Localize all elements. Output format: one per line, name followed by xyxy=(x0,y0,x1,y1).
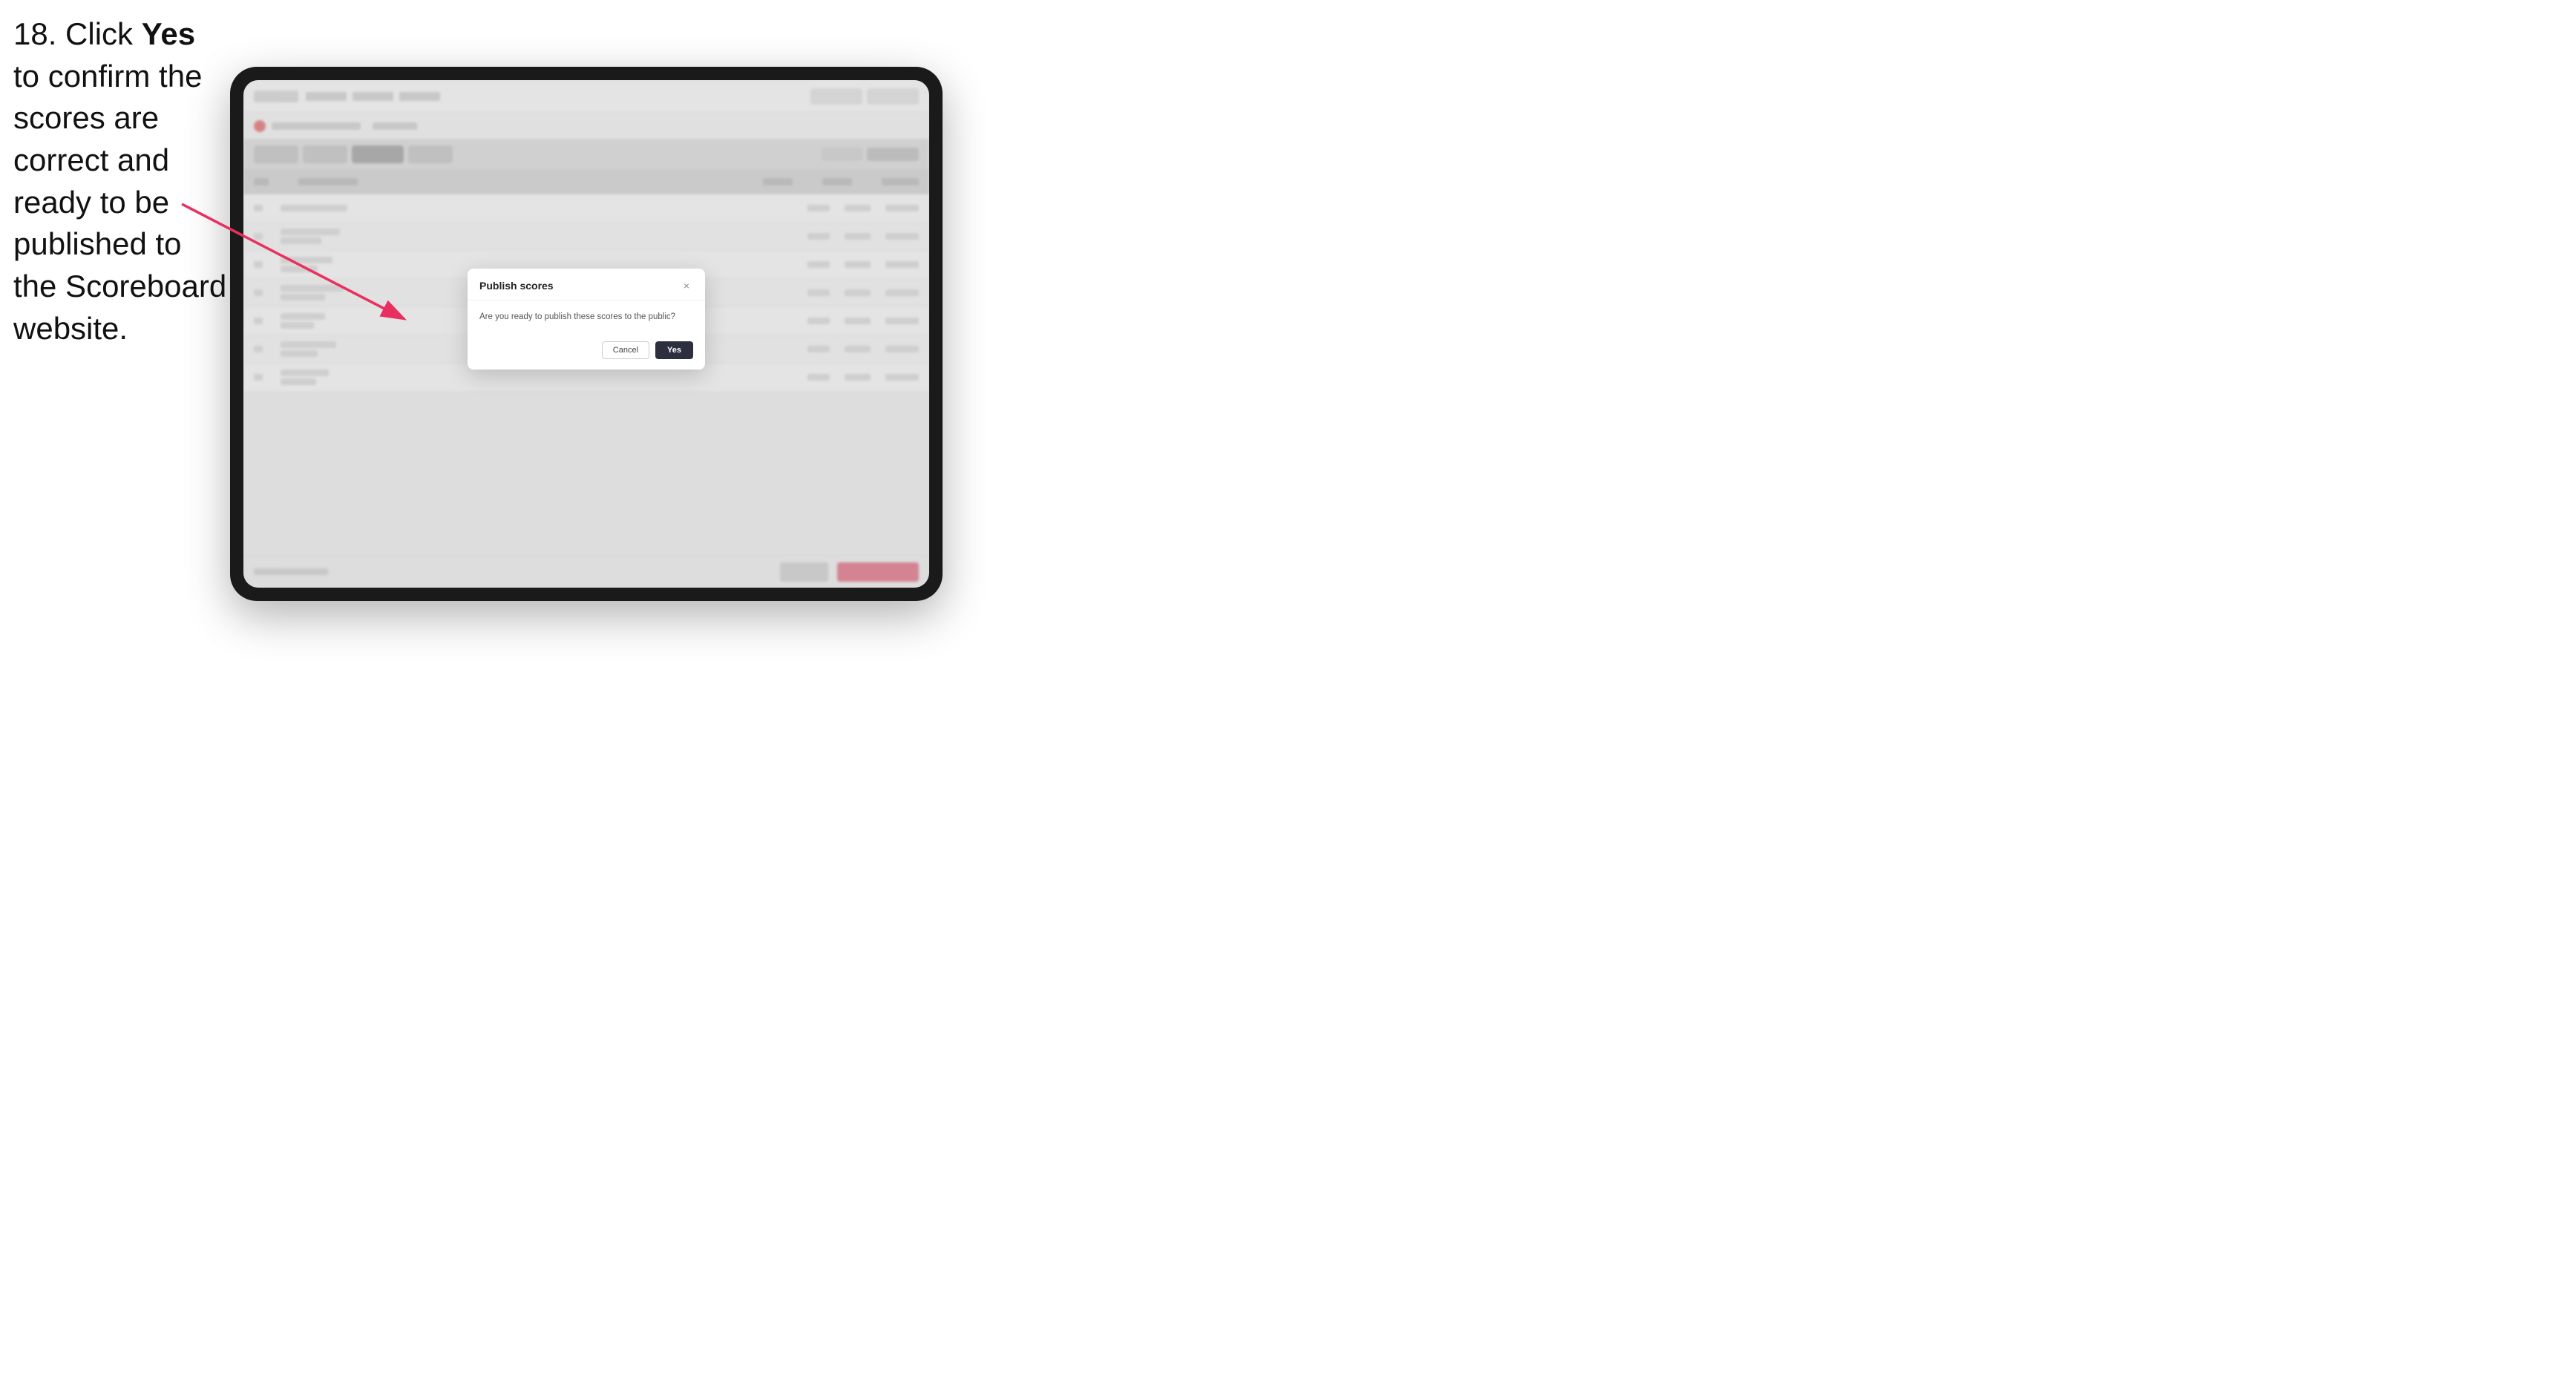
modal-overlay: Publish scores × Are you ready to publis… xyxy=(243,80,929,588)
modal-yes-button[interactable]: Yes xyxy=(655,341,693,359)
modal-footer: Cancel Yes xyxy=(468,334,705,370)
modal-title: Publish scores xyxy=(479,280,554,292)
tablet-frame: Publish scores × Are you ready to publis… xyxy=(230,67,943,601)
modal-header: Publish scores × xyxy=(468,269,705,300)
modal-cancel-button[interactable]: Cancel xyxy=(602,341,649,359)
instruction-text: 18. Click Yes to confirm the scores are … xyxy=(13,13,229,350)
publish-scores-dialog: Publish scores × Are you ready to publis… xyxy=(468,269,705,370)
tablet-screen: Publish scores × Are you ready to publis… xyxy=(243,80,929,588)
modal-close-button[interactable]: × xyxy=(680,279,693,292)
modal-message: Are you ready to publish these scores to… xyxy=(479,311,693,323)
modal-body: Are you ready to publish these scores to… xyxy=(468,300,705,334)
